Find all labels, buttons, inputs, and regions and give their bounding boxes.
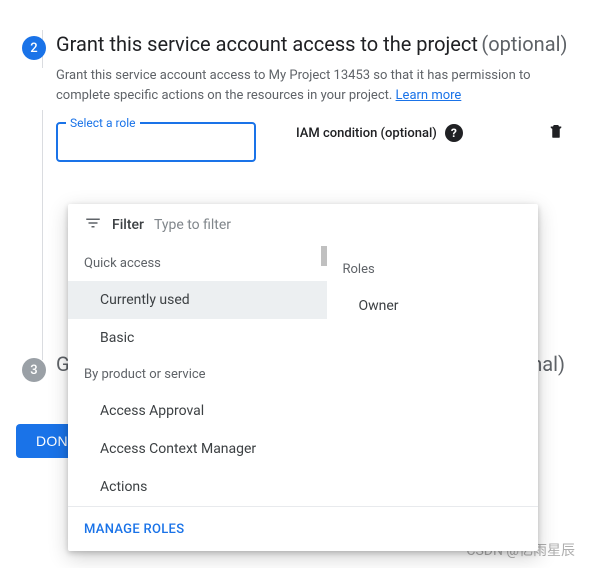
scrollbar-thumb[interactable] (321, 246, 327, 266)
category-currently-used[interactable]: Currently used (68, 281, 327, 319)
dropdown-filter-row[interactable]: Filter Type to filter (68, 204, 538, 246)
step-3-badge: 3 (22, 358, 46, 382)
filter-placeholder: Type to filter (154, 217, 231, 233)
step-2-title: Grant this service account access to the… (56, 32, 478, 56)
step-2-description: Grant this service account access to My … (56, 66, 595, 106)
step-2: 2 Grant this service account access to t… (0, 30, 595, 162)
category-basic[interactable]: Basic (68, 319, 327, 357)
role-dropdown-panel: Filter Type to filter Quick access Curre… (68, 204, 538, 551)
role-owner[interactable]: Owner (327, 289, 539, 323)
role-select-field[interactable]: Select a role (56, 122, 256, 162)
manage-roles-link[interactable]: MANAGE ROLES (84, 522, 184, 537)
category-access-approval[interactable]: Access Approval (68, 392, 327, 430)
roles-heading: Roles (327, 262, 539, 289)
role-select-label: Select a role (66, 116, 140, 130)
filter-label: Filter (112, 217, 144, 233)
learn-more-link[interactable]: Learn more (396, 88, 462, 103)
dropdown-left-column: Quick access Currently used Basic By pro… (68, 246, 327, 506)
trash-icon (547, 122, 565, 140)
step-2-badge: 2 (22, 36, 46, 60)
category-access-context-manager[interactable]: Access Context Manager (68, 430, 327, 468)
filter-icon (84, 214, 102, 236)
category-actions[interactable]: Actions (68, 468, 327, 506)
dropdown-right-column: Roles Owner (327, 246, 539, 506)
dropdown-footer: MANAGE ROLES (68, 506, 538, 551)
help-icon[interactable]: ? (445, 124, 463, 142)
iam-condition-column: IAM condition (optional) ? (296, 122, 595, 144)
delete-role-button[interactable] (547, 122, 565, 144)
dropdown-body: Quick access Currently used Basic By pro… (68, 246, 538, 506)
by-product-heading: By product or service (68, 357, 327, 392)
role-row: Select a role IAM condition (optional) ? (56, 122, 595, 162)
quick-access-heading: Quick access (68, 246, 327, 281)
iam-condition-label: IAM condition (optional) (296, 126, 437, 141)
step-2-optional: (optional) (481, 32, 567, 56)
